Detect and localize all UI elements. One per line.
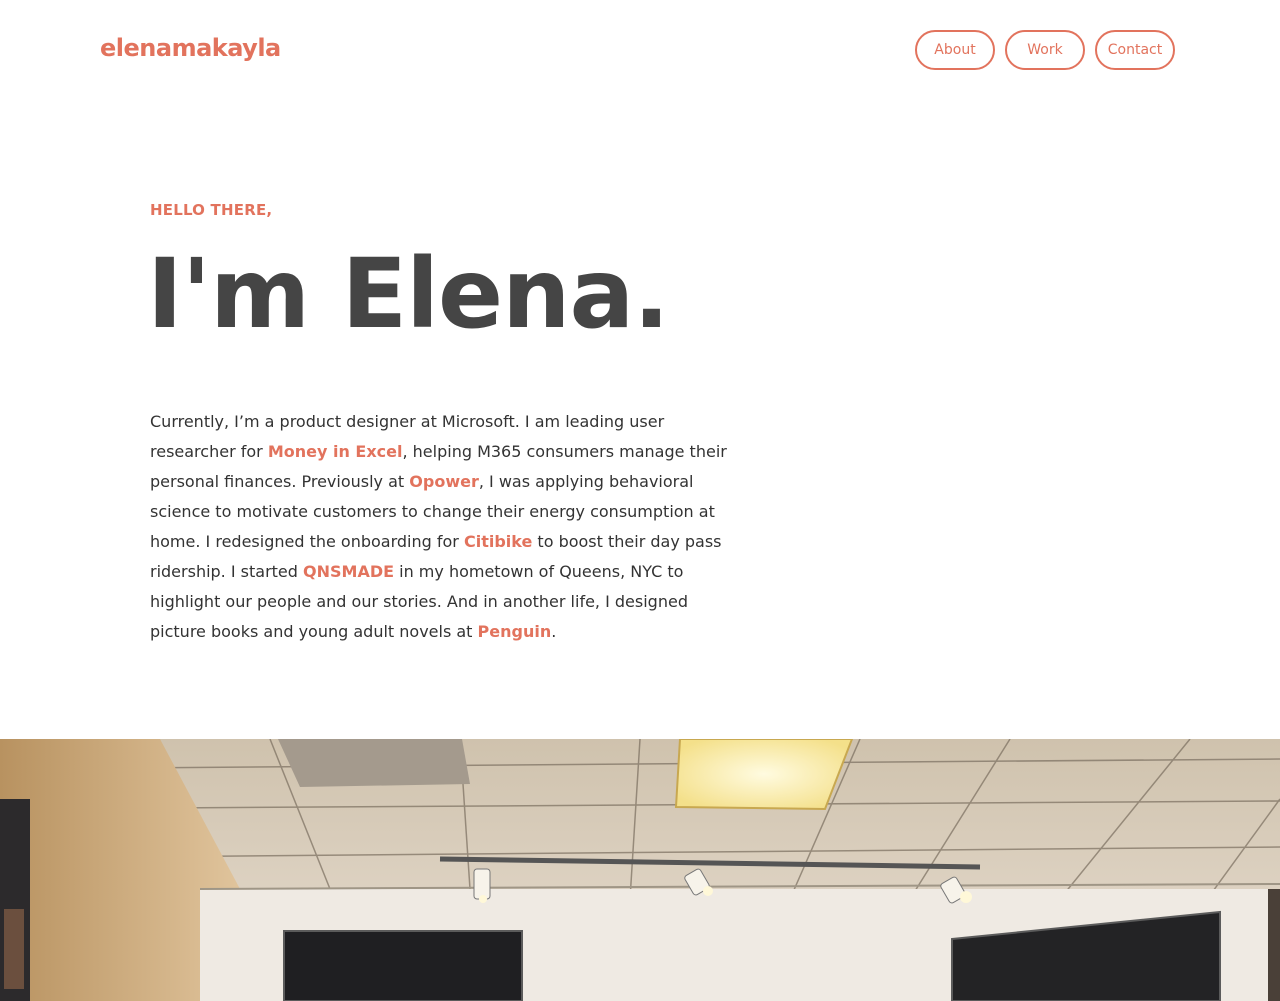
hero-headline: I'm Elena. — [147, 238, 670, 350]
link-qnsmade[interactable]: QNSMADE — [303, 562, 394, 581]
main-nav: About Work Contact — [915, 30, 1175, 70]
link-opower[interactable]: Opower — [409, 472, 479, 491]
hero-greeting: HELLO THERE, — [150, 201, 273, 219]
link-citibike[interactable]: Citibike — [464, 532, 532, 551]
link-penguin[interactable]: Penguin — [478, 622, 552, 641]
nav-about-button[interactable]: About — [915, 30, 995, 70]
nav-contact-button[interactable]: Contact — [1095, 30, 1175, 70]
gallery-room-photo — [0, 739, 1280, 1001]
site-logo[interactable]: elenamakayla — [100, 31, 281, 65]
site-header: elenamakayla About Work Contact — [0, 0, 1280, 100]
gallery-photo-illustration — [0, 739, 1280, 1001]
bio-paragraph: Currently, I’m a product designer at Mic… — [150, 407, 730, 647]
bio-text: . — [551, 622, 557, 641]
link-money-in-excel[interactable]: Money in Excel — [268, 442, 403, 461]
nav-work-button[interactable]: Work — [1005, 30, 1085, 70]
